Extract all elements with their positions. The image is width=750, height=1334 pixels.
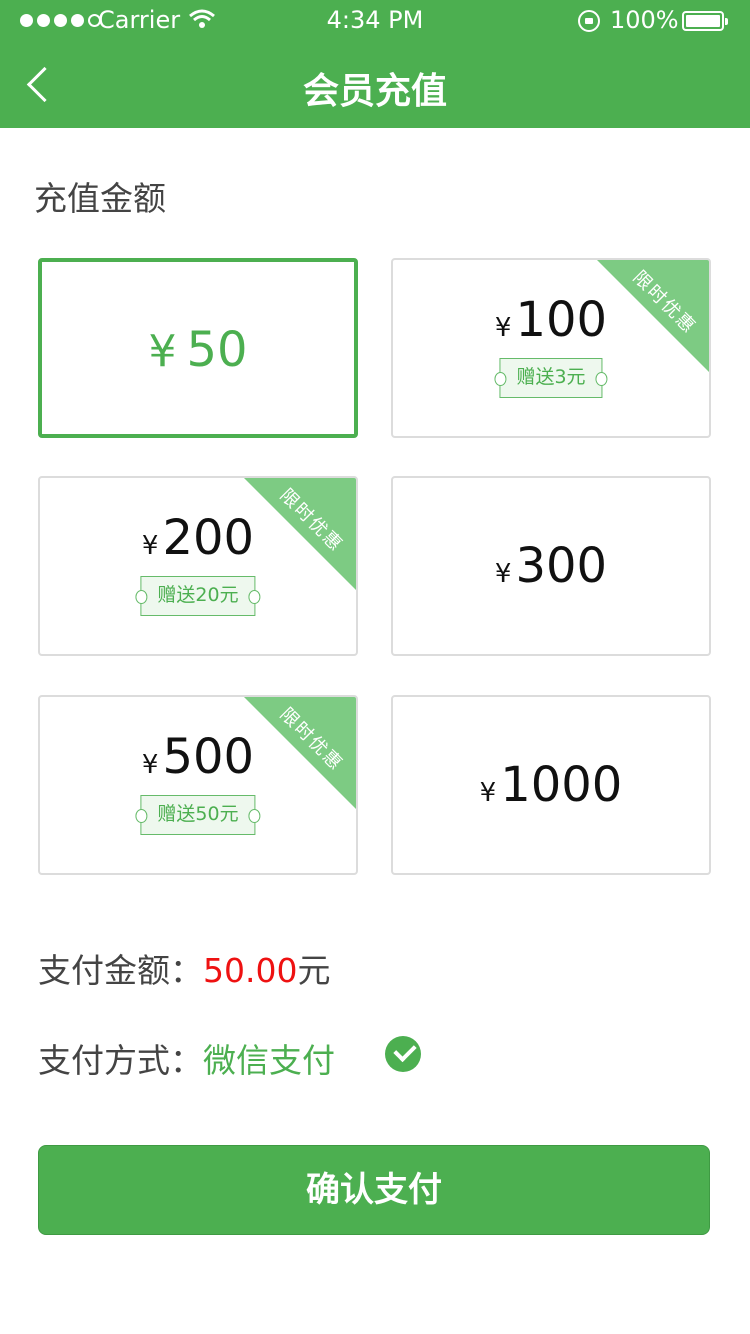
amount-option-1000[interactable]: ¥1000 — [391, 695, 711, 875]
amount-value: 500 — [162, 729, 255, 785]
amount-price: ¥50 — [42, 322, 354, 378]
payment-amount-unit: 元 — [297, 951, 331, 990]
status-bar: Carrier 4:34 PM 100% — [0, 0, 750, 40]
payment-method-label: 支付方式： — [38, 1041, 203, 1080]
confirm-payment-button[interactable]: 确认支付 — [38, 1145, 710, 1235]
yen-symbol: ¥ — [494, 559, 512, 589]
gift-badge: 赠送3元 — [494, 358, 608, 398]
gift-badge: 赠送20元 — [135, 576, 261, 616]
amount-value: 50 — [186, 322, 248, 378]
amount-option-50[interactable]: ¥50 — [38, 258, 358, 438]
amount-option-500[interactable]: ¥500 赠送50元 限时优惠 — [38, 695, 358, 875]
battery-percentage: 100% — [610, 6, 679, 34]
amount-value: 200 — [162, 510, 255, 566]
yen-symbol: ¥ — [479, 778, 497, 808]
payment-amount-value: 50.00 — [203, 951, 298, 990]
gift-badge: 赠送50元 — [135, 795, 261, 835]
yen-symbol: ¥ — [494, 313, 512, 343]
amount-value: 1000 — [500, 757, 623, 813]
payment-method-row[interactable]: 支付方式：微信支付 — [38, 1034, 335, 1082]
amount-price: ¥1000 — [393, 757, 709, 813]
yen-symbol: ¥ — [141, 531, 159, 561]
payment-amount-label: 支付金额： — [38, 951, 203, 990]
amount-value: 300 — [515, 538, 608, 594]
amount-option-300[interactable]: ¥300 — [391, 476, 711, 656]
payment-method-value: 微信支付 — [203, 1041, 335, 1080]
check-circle-icon — [385, 1036, 421, 1072]
rotation-lock-icon — [578, 10, 600, 32]
battery-icon — [682, 11, 728, 31]
amount-option-200[interactable]: ¥200 赠送20元 限时优惠 — [38, 476, 358, 656]
amount-option-100[interactable]: ¥100 赠送3元 限时优惠 — [391, 258, 711, 438]
page-title: 会员充值 — [302, 71, 447, 112]
payment-amount-row: 支付金额：50.00元 — [38, 944, 330, 992]
amount-value: 100 — [515, 292, 608, 348]
header: Carrier 4:34 PM 100% 会员充值 — [0, 0, 750, 128]
yen-symbol: ¥ — [141, 750, 159, 780]
amount-price: ¥300 — [393, 538, 709, 594]
yen-symbol: ¥ — [148, 326, 177, 377]
section-label: 充值金额 — [34, 179, 166, 218]
